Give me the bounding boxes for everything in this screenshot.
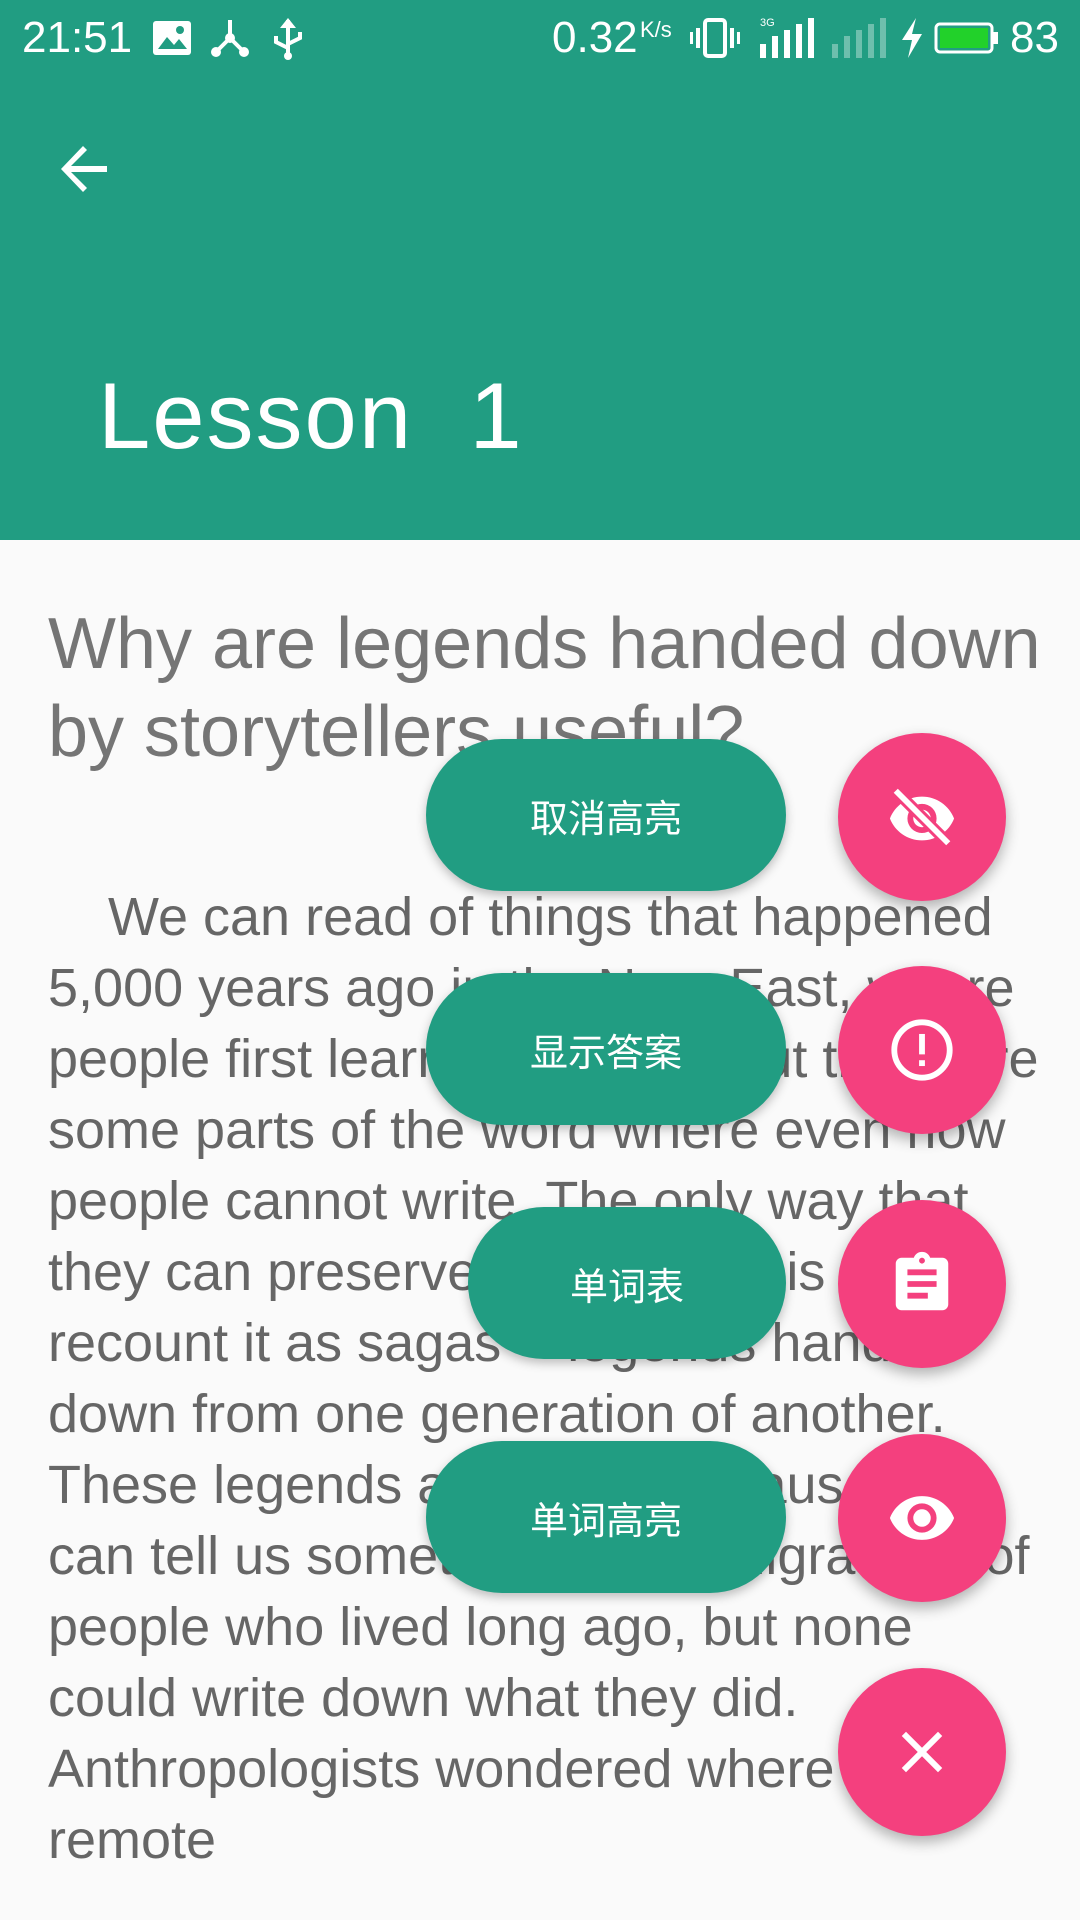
word-highlight-label: 单词高亮 bbox=[529, 1500, 682, 1543]
alert-circle-icon bbox=[887, 1015, 957, 1085]
cancel-highlight-button[interactable]: 取消高亮 bbox=[426, 739, 786, 891]
clipboard-icon bbox=[887, 1249, 957, 1319]
signal-3g-icon: 3G bbox=[758, 16, 814, 60]
page-title: Lesson 1 bbox=[98, 363, 524, 468]
close-icon bbox=[898, 1728, 946, 1776]
net-speed: 0.32 bbox=[552, 13, 638, 62]
signal-empty-icon bbox=[830, 16, 886, 60]
word-list-fab[interactable] bbox=[838, 1200, 1006, 1368]
image-icon bbox=[150, 16, 194, 60]
show-answer-label: 显示答案 bbox=[529, 1032, 682, 1075]
back-button[interactable] bbox=[40, 126, 130, 216]
close-menu-fab[interactable] bbox=[838, 1668, 1006, 1836]
vibrate-icon bbox=[690, 16, 740, 60]
status-bar: 21:51 0.32 K/s 3G 83 bbox=[0, 0, 1080, 76]
cancel-highlight-label: 取消高亮 bbox=[529, 798, 682, 841]
arrow-back-icon bbox=[57, 141, 113, 202]
show-answer-fab[interactable] bbox=[838, 966, 1006, 1134]
eye-off-icon bbox=[887, 782, 957, 852]
battery-percent: 83 bbox=[1010, 13, 1059, 62]
word-list-label: 单词表 bbox=[569, 1266, 684, 1309]
battery-icon bbox=[934, 16, 998, 60]
usb-icon bbox=[266, 16, 310, 60]
word-list-button[interactable]: 单词表 bbox=[468, 1207, 786, 1359]
status-time: 21:51 bbox=[22, 13, 133, 62]
share-hub-icon bbox=[208, 16, 252, 60]
word-highlight-button[interactable]: 单词高亮 bbox=[426, 1441, 786, 1593]
show-answer-button[interactable]: 显示答案 bbox=[426, 973, 786, 1125]
net-speed-unit: K/s bbox=[640, 17, 672, 42]
app-bar: Lesson 1 bbox=[0, 76, 1080, 540]
svg-text:3G: 3G bbox=[760, 17, 775, 29]
word-highlight-fab[interactable] bbox=[838, 1434, 1006, 1602]
eye-icon bbox=[887, 1483, 957, 1553]
cancel-highlight-fab[interactable] bbox=[838, 733, 1006, 901]
